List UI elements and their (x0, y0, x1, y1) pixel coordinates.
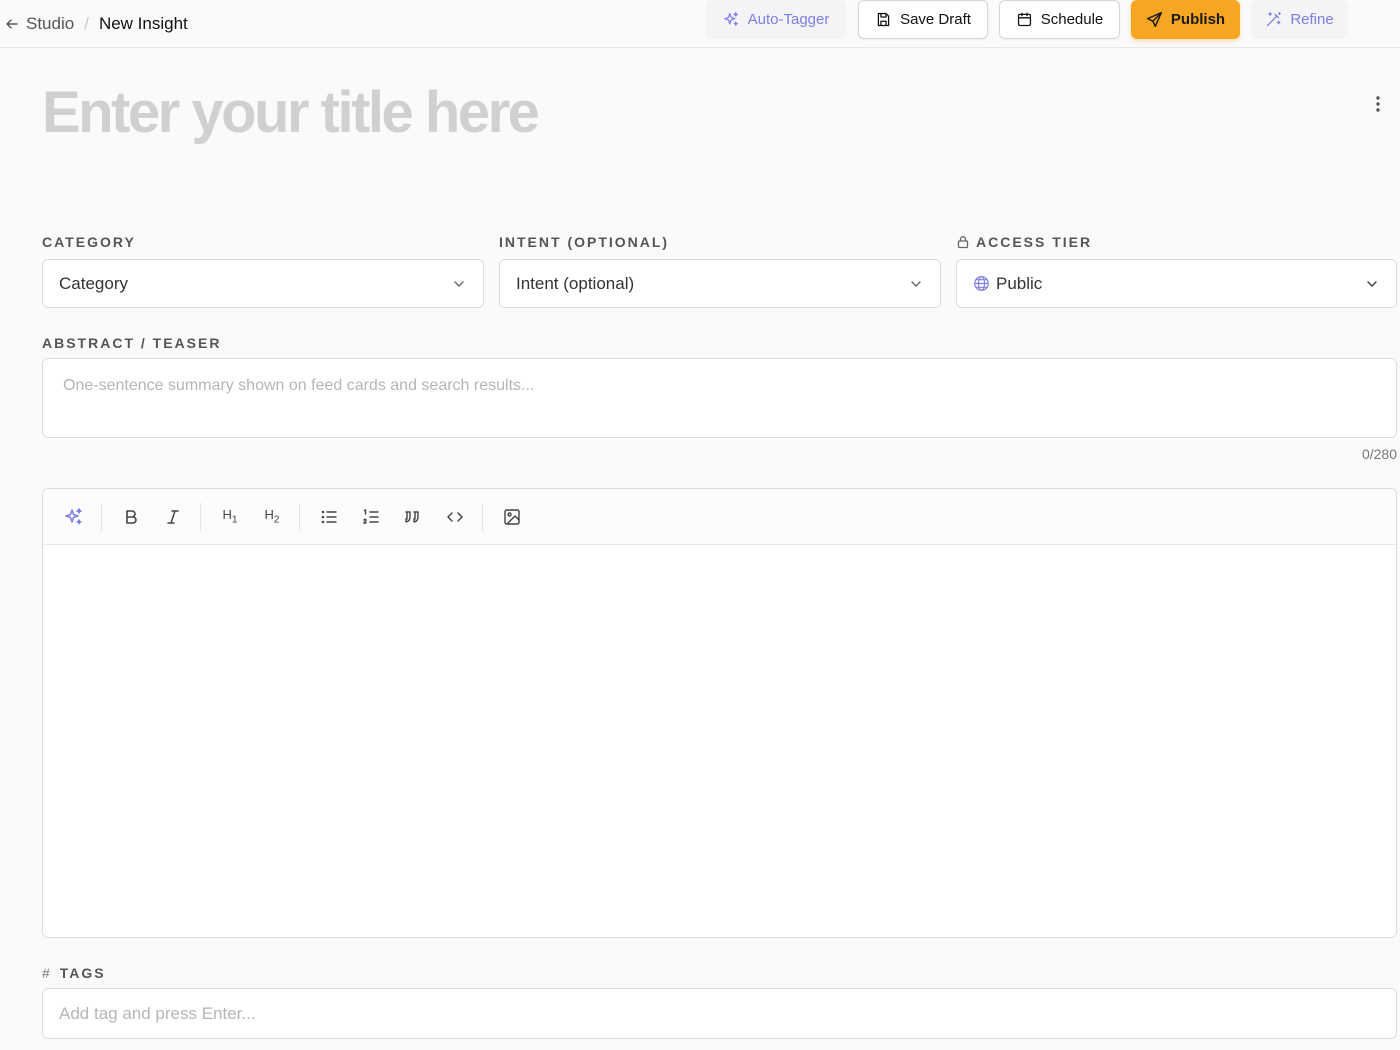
breadcrumb-current: New Insight (98, 13, 188, 33)
save-draft-button[interactable]: Save Draft (858, 0, 988, 39)
heading-2-button[interactable]: H2 (259, 504, 285, 530)
toolbar-divider (101, 502, 102, 531)
publish-label: Publish (1170, 11, 1226, 28)
code-button[interactable] (442, 504, 468, 530)
toolbar-divider (299, 502, 300, 531)
save-icon (877, 12, 890, 27)
teaser-label: Abstract / Teaser (42, 335, 221, 351)
quote-button[interactable] (400, 504, 426, 530)
breadcrumb-studio[interactable]: Studio (26, 14, 74, 34)
bold-button[interactable] (118, 504, 144, 530)
bullet-list-icon (321, 510, 337, 523)
editor-toolbar: H1 H2 (43, 489, 1396, 545)
schedule-button[interactable]: Schedule (999, 0, 1120, 39)
publish-button[interactable]: Publish (1131, 0, 1240, 39)
category-label: Category (42, 234, 136, 250)
tags-input[interactable] (42, 988, 1397, 1039)
calendar-icon (1017, 12, 1031, 27)
send-icon (1146, 11, 1162, 28)
schedule-label: Schedule (1040, 11, 1104, 28)
intent-select-value: Intent (optional) (516, 273, 635, 293)
lock-icon (957, 236, 969, 249)
chevron-down-icon (911, 280, 921, 287)
auto-tagger-button[interactable]: Auto-Tagger (706, 0, 846, 39)
bullet-list-button[interactable] (316, 504, 342, 530)
teaser-label-text: Abstract / Teaser (42, 335, 222, 351)
access-tier-select-value: Public (996, 273, 1043, 293)
globe-icon (974, 276, 989, 291)
title-input[interactable] (42, 72, 682, 152)
toolbar-divider (482, 502, 483, 531)
hash-icon: # (42, 965, 50, 981)
heading-1-button[interactable]: H1 (217, 504, 243, 530)
sparkles-icon (723, 12, 738, 26)
more-vertical-icon (1376, 96, 1380, 112)
heading-2-letter: H (264, 507, 274, 523)
refine-button[interactable]: Refine (1251, 0, 1348, 39)
chevron-down-icon (1367, 280, 1377, 287)
intent-select[interactable]: Intent (optional) (499, 259, 941, 308)
save-draft-label: Save Draft (900, 11, 971, 28)
chevron-down-icon (454, 280, 464, 287)
heading-1-icon: H1 (223, 507, 238, 526)
tags-label-text: Tags (59, 965, 106, 981)
intent-label-text: Intent (optional) (499, 234, 670, 250)
content-editor: H1 H2 (42, 488, 1397, 938)
arrow-left-icon (6, 18, 18, 29)
access-tier-select[interactable]: Public (956, 259, 1397, 308)
teaser-textarea[interactable] (42, 358, 1397, 438)
heading-1-level: 1 (231, 514, 238, 526)
bold-icon (126, 509, 137, 524)
auto-tagger-label: Auto-Tagger (747, 11, 830, 28)
intent-label: Intent (optional) (499, 234, 669, 250)
refine-label: Refine (1290, 11, 1334, 28)
more-options-button[interactable] (1366, 92, 1390, 116)
breadcrumb-separator: / (84, 13, 89, 33)
image-icon (504, 508, 520, 525)
editor-content-area[interactable] (43, 545, 1396, 937)
code-icon (447, 511, 463, 522)
magic-wand-icon (1267, 12, 1282, 27)
teaser-character-counter: 0/280 (1361, 446, 1397, 462)
sparkles-icon (65, 507, 82, 524)
insert-image-button[interactable] (499, 504, 525, 530)
access-tier-label: Access Tier (956, 234, 1092, 250)
heading-1-letter: H (222, 507, 232, 523)
toolbar-divider (200, 502, 201, 531)
heading-2-icon: H2 (265, 507, 280, 526)
italic-icon (167, 509, 179, 524)
ai-assist-button[interactable] (61, 504, 87, 530)
heading-2-level: 2 (273, 514, 280, 526)
quote-icon (405, 510, 419, 523)
category-label-text: Category (42, 234, 136, 250)
category-select-value: Category (59, 273, 128, 293)
numbered-list-icon (363, 508, 379, 524)
tags-label: # Tags (42, 965, 106, 981)
access-tier-label-text: Access Tier (976, 234, 1093, 250)
numbered-list-button[interactable] (358, 504, 384, 530)
back-link[interactable]: Studio (4, 14, 74, 34)
italic-button[interactable] (160, 504, 186, 530)
category-select[interactable]: Category (42, 259, 484, 308)
